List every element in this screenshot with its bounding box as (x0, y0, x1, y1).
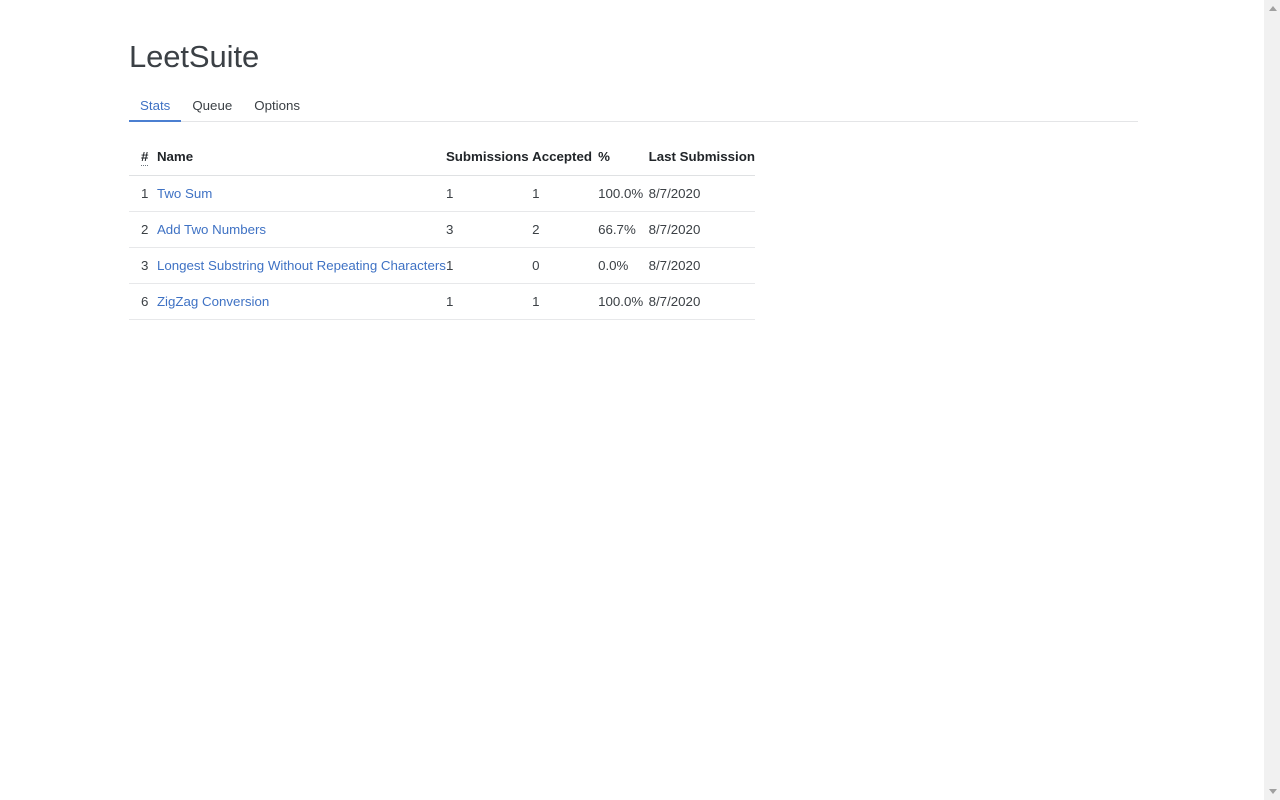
scroll-up-button[interactable] (1264, 0, 1280, 17)
cell-accepted: 2 (532, 211, 599, 248)
main-content: LeetSuite Stats Queue Options # Name Sub… (129, 0, 1138, 320)
stats-table-head: # Name Submissions Accepted % Last Submi… (129, 149, 755, 176)
cell-name: ZigZag Conversion (156, 283, 446, 320)
vertical-scrollbar[interactable] (1263, 0, 1280, 800)
column-header-name[interactable]: Name (156, 149, 446, 176)
scroll-up-arrow-icon (1268, 6, 1277, 11)
cell-submissions: 1 (445, 175, 533, 212)
problem-link[interactable]: Add Two Numbers (157, 222, 266, 237)
cell-last-submission: 8/7/2020 (648, 283, 755, 320)
cell-accepted: 1 (532, 283, 599, 320)
column-header-accepted[interactable]: Accepted (532, 149, 599, 176)
cell-rank: 2 (129, 211, 157, 248)
page-title: LeetSuite (129, 39, 260, 74)
cell-submissions: 1 (445, 247, 533, 284)
cell-percent: 100.0% (598, 283, 649, 320)
cell-name: Add Two Numbers (156, 211, 446, 248)
stats-table: # Name Submissions Accepted % Last Submi… (129, 149, 755, 320)
cell-accepted: 0 (532, 247, 599, 284)
column-header-last-submission[interactable]: Last Submission (648, 149, 755, 176)
scroll-down-button[interactable] (1264, 783, 1280, 800)
cell-rank: 3 (129, 247, 157, 284)
cell-rank: 1 (129, 175, 157, 212)
cell-percent: 0.0% (598, 247, 649, 284)
stats-table-body: 1 Two Sum 1 1 100.0% 8/7/2020 2 Add Two … (129, 175, 755, 320)
tab-bar: Stats Queue Options (129, 95, 1138, 122)
tab-stats[interactable]: Stats (129, 99, 182, 122)
tab-queue[interactable]: Queue (181, 99, 243, 121)
column-header-rank[interactable]: # (129, 149, 157, 176)
table-row: 1 Two Sum 1 1 100.0% 8/7/2020 (129, 175, 755, 212)
problem-link[interactable]: ZigZag Conversion (157, 294, 269, 309)
table-row: 6 ZigZag Conversion 1 1 100.0% 8/7/2020 (129, 283, 755, 320)
cell-name: Two Sum (156, 175, 446, 212)
cell-percent: 66.7% (598, 211, 649, 248)
cell-submissions: 1 (445, 283, 533, 320)
column-header-submissions[interactable]: Submissions (445, 149, 533, 176)
table-header-row: # Name Submissions Accepted % Last Submi… (129, 149, 755, 176)
cell-name: Longest Substring Without Repeating Char… (156, 247, 446, 284)
scroll-down-arrow-icon (1268, 789, 1277, 794)
page-root: LeetSuite Stats Queue Options # Name Sub… (0, 0, 1280, 800)
cell-submissions: 3 (445, 211, 533, 248)
table-row: 2 Add Two Numbers 3 2 66.7% 8/7/2020 (129, 211, 755, 248)
problem-link[interactable]: Longest Substring Without Repeating Char… (157, 258, 446, 273)
problem-link[interactable]: Two Sum (157, 186, 212, 201)
cell-last-submission: 8/7/2020 (648, 175, 755, 212)
cell-percent: 100.0% (598, 175, 649, 212)
cell-accepted: 1 (532, 175, 599, 212)
cell-last-submission: 8/7/2020 (648, 247, 755, 284)
column-header-percent[interactable]: % (598, 149, 649, 176)
tab-options[interactable]: Options (243, 99, 311, 121)
cell-rank: 6 (129, 283, 157, 320)
rank-header-label: # (141, 149, 149, 166)
table-row: 3 Longest Substring Without Repeating Ch… (129, 247, 755, 284)
cell-last-submission: 8/7/2020 (648, 211, 755, 248)
